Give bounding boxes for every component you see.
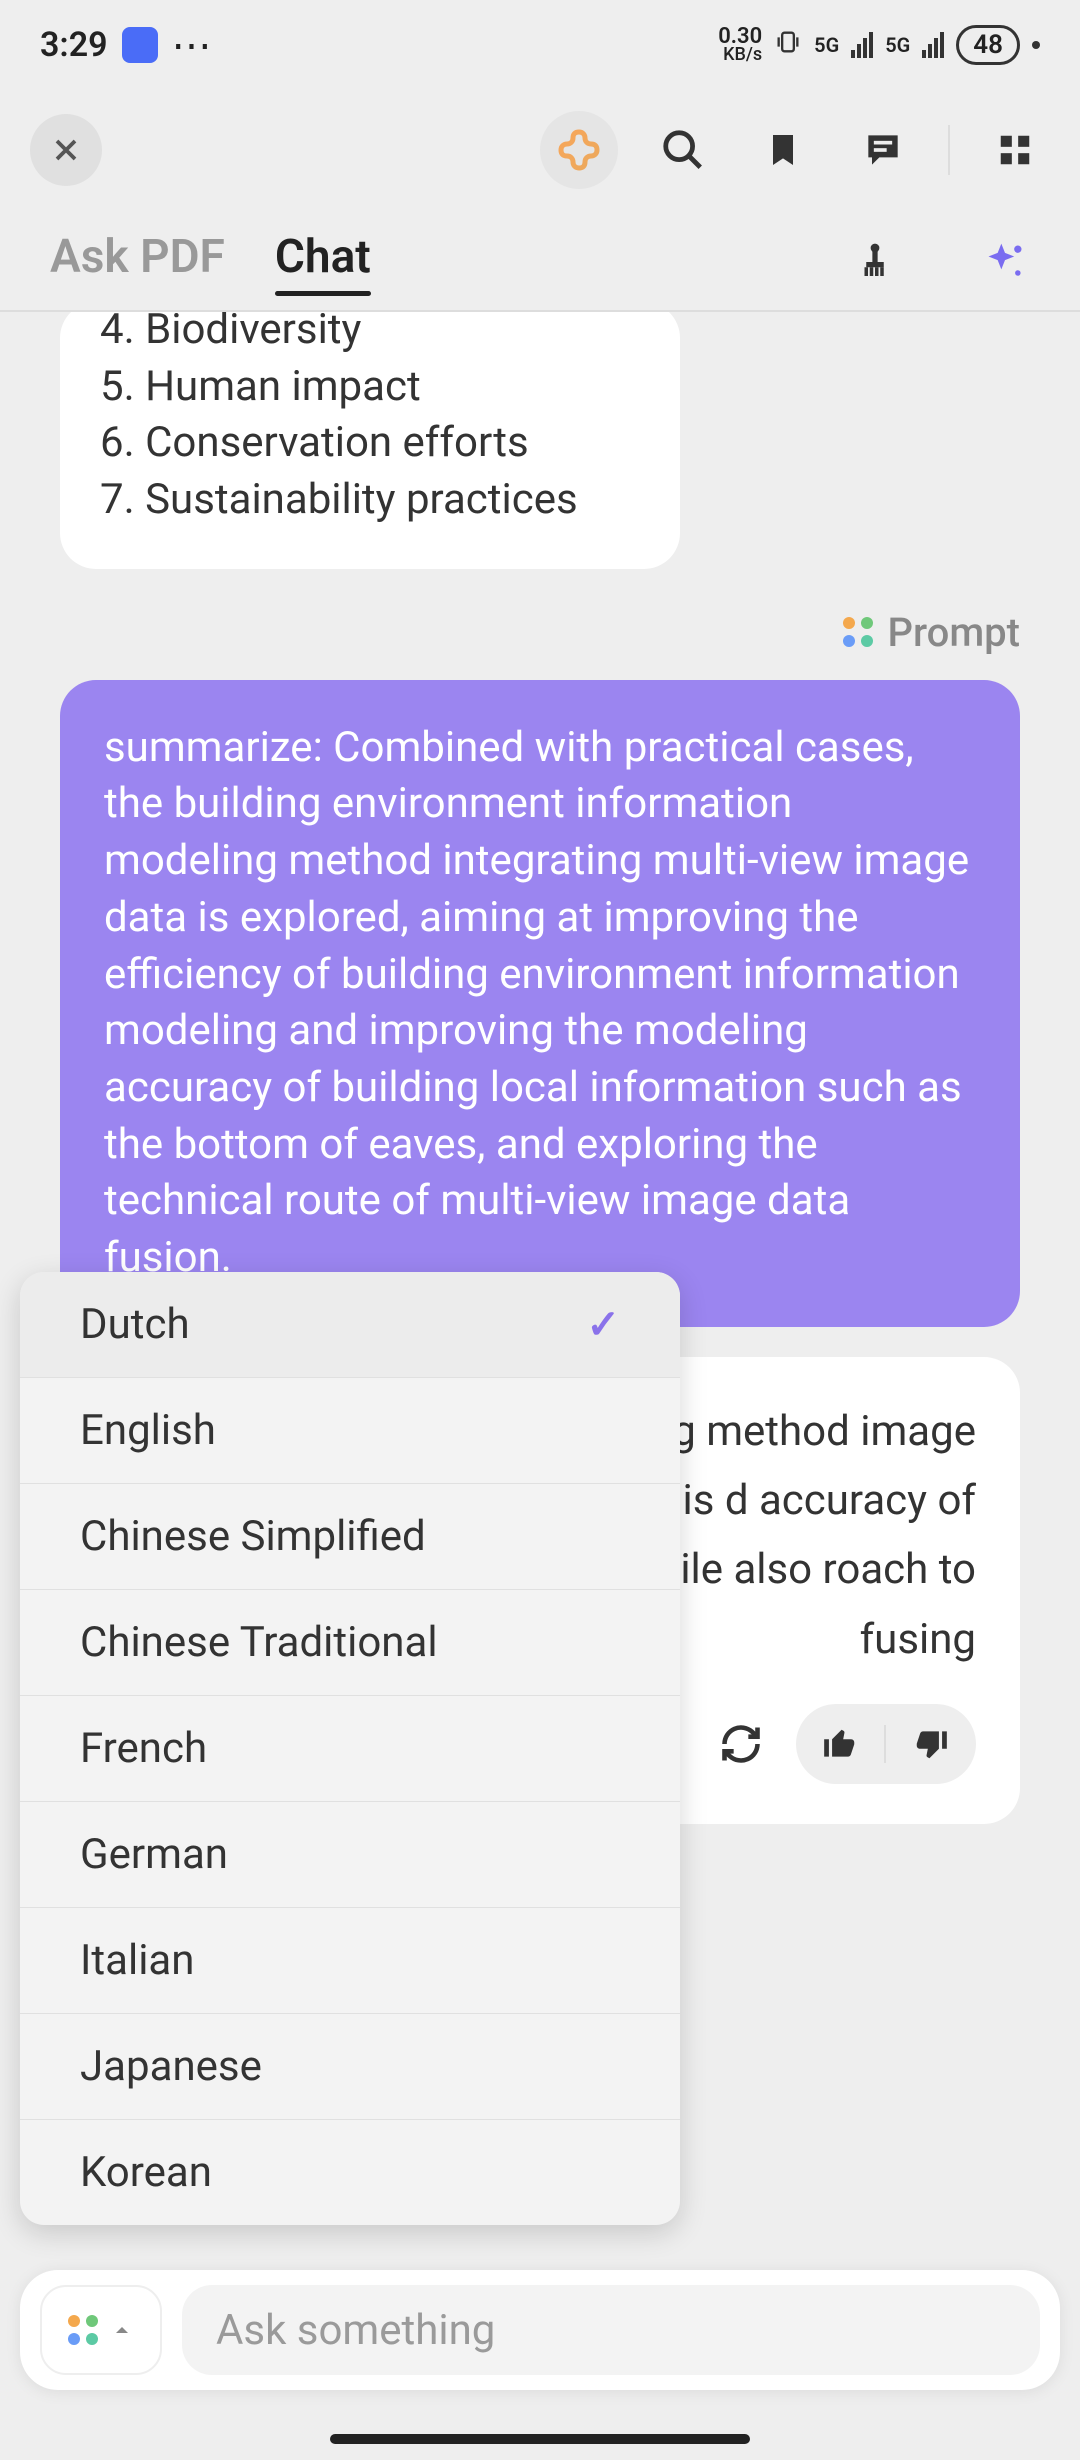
chevron-up-icon xyxy=(110,2318,134,2342)
vibrate-icon xyxy=(774,28,802,62)
thumbs-down-button[interactable] xyxy=(886,1725,976,1763)
grid-menu-button[interactable] xyxy=(980,115,1050,185)
language-label: Korean xyxy=(80,2148,212,2197)
language-option-english[interactable]: English xyxy=(20,1378,680,1484)
signal-bars-1 xyxy=(851,32,873,58)
language-label: Dutch xyxy=(80,1300,190,1349)
user-message-bubble[interactable]: summarize: Combined with practical cases… xyxy=(60,680,1020,1327)
language-label: Chinese Simplified xyxy=(80,1512,426,1561)
language-option-italian[interactable]: Italian xyxy=(20,1908,680,2014)
tab-chat[interactable]: Chat xyxy=(275,230,371,294)
home-indicator[interactable] xyxy=(330,2434,750,2444)
prompt-picker-button[interactable] xyxy=(40,2285,162,2375)
list-item: 4. Biodiversity xyxy=(100,312,640,359)
language-label: French xyxy=(80,1724,207,1773)
language-label: Italian xyxy=(80,1936,194,1985)
language-option-chinese-traditional[interactable]: Chinese Traditional xyxy=(20,1590,680,1696)
thumbs-up-button[interactable] xyxy=(796,1725,886,1763)
input-bar: Ask something xyxy=(20,2270,1060,2390)
tab-bar: Ask PDF Chat xyxy=(0,210,1080,312)
language-option-korean[interactable]: Korean xyxy=(20,2120,680,2225)
comment-button[interactable] xyxy=(848,115,918,185)
language-label: Chinese Traditional xyxy=(80,1618,438,1667)
language-option-chinese-simplified[interactable]: Chinese Simplified xyxy=(20,1484,680,1590)
toolbar-divider xyxy=(948,125,950,175)
tab-ask-pdf[interactable]: Ask PDF xyxy=(50,230,225,294)
list-item: 5. Human impact xyxy=(100,359,640,416)
close-button[interactable] xyxy=(30,114,102,186)
feedback-chip xyxy=(796,1704,976,1784)
language-option-dutch[interactable]: Dutch ✓ xyxy=(20,1272,680,1378)
prompt-label: Prompt xyxy=(887,609,1020,656)
language-label: English xyxy=(80,1406,216,1455)
language-option-japanese[interactable]: Japanese xyxy=(20,2014,680,2120)
language-option-french[interactable]: French xyxy=(20,1696,680,1802)
battery-dot xyxy=(1032,41,1040,49)
list-item: 6. Conservation efforts xyxy=(100,415,640,472)
status-app-icon xyxy=(122,27,158,63)
regenerate-button[interactable] xyxy=(706,1709,776,1779)
app-toolbar xyxy=(0,90,1080,210)
language-dropdown[interactable]: Dutch ✓ English Chinese Simplified Chine… xyxy=(20,1272,680,2225)
status-time: 3:29 xyxy=(40,25,108,65)
network-label-1: 5G xyxy=(814,33,839,57)
search-button[interactable] xyxy=(648,115,718,185)
message-input[interactable]: Ask something xyxy=(182,2285,1040,2375)
network-label-2: 5G xyxy=(885,33,910,57)
prompt-dots-icon xyxy=(843,617,873,647)
status-data-rate: 0.30 KB/s xyxy=(718,27,762,63)
language-label: German xyxy=(80,1830,228,1879)
signal-bars-2 xyxy=(922,32,944,58)
app-logo-button[interactable] xyxy=(540,111,618,189)
assistant-list-card: 4. Biodiversity 5. Human impact 6. Conse… xyxy=(60,312,680,569)
sparkle-button[interactable] xyxy=(980,237,1030,287)
check-icon: ✓ xyxy=(586,1301,620,1348)
battery-indicator: 48 xyxy=(956,25,1020,65)
prompt-label-row: Prompt xyxy=(30,569,1050,680)
prompt-dots-icon xyxy=(68,2315,98,2345)
list-item: 7. Sustainability practices xyxy=(100,472,640,529)
bookmark-button[interactable] xyxy=(748,115,818,185)
brush-button[interactable] xyxy=(850,237,900,287)
language-label: Japanese xyxy=(80,2042,262,2091)
language-option-german[interactable]: German xyxy=(20,1802,680,1908)
status-bar: 3:29 ⋯ 0.30 KB/s 5G 5G 48 xyxy=(0,0,1080,90)
status-overflow-icon: ⋯ xyxy=(172,22,214,69)
